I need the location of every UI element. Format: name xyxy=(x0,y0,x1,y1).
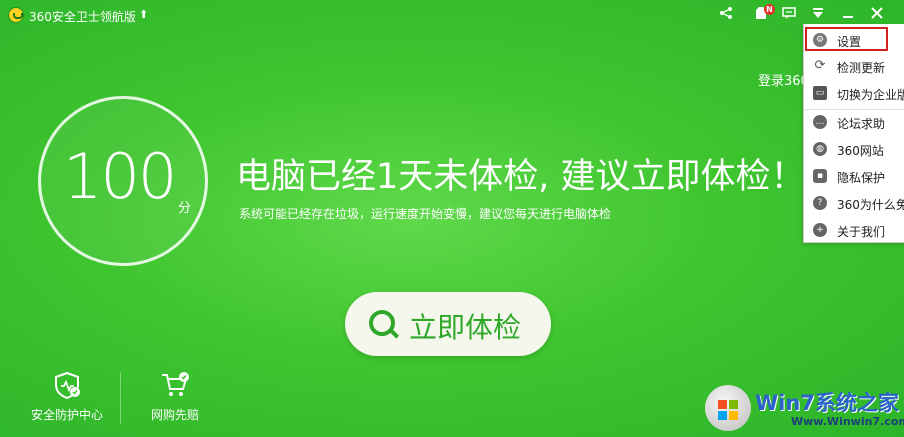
menu-item-label: 论坛求助 xyxy=(837,117,886,131)
menu-item-label: 隐私保护 xyxy=(837,171,886,185)
login-link[interactable]: 登录360 xyxy=(758,70,809,89)
feature-label: 安全防护中心 xyxy=(30,408,103,422)
feature-security-center[interactable]: 安全防护中心 xyxy=(17,370,117,423)
menu-item-label: 360为什么免 xyxy=(837,198,904,212)
check-now-label: 立即体检 xyxy=(409,311,522,344)
settings-highlight-box xyxy=(805,27,888,51)
minimize-icon[interactable] xyxy=(839,6,857,24)
subline: 系统可能已经存在垃圾，运行速度开始变慢，建议您每天进行电脑体检 xyxy=(239,207,612,221)
notification-badge: N xyxy=(764,4,775,15)
win7-watermark: Win7系统之家 Www.Winwin7.com xyxy=(705,381,904,437)
watermark-url: Www.Winwin7.com xyxy=(791,415,904,428)
menu-item-switch-enterprise[interactable]: ▭ 切换为企业版 xyxy=(804,80,904,107)
menu-item-about[interactable]: + 关于我们 xyxy=(804,217,904,242)
close-icon[interactable] xyxy=(868,6,886,24)
check-now-button[interactable]: 立即体检 xyxy=(345,292,551,356)
menu-item-label: 360网站 xyxy=(837,144,884,158)
title-bar: 360安全卫士领航版 ⬆ N xyxy=(0,0,904,30)
menu-item-label: 关于我们 xyxy=(837,225,886,239)
watermark-title: Win7系统之家 xyxy=(755,391,899,415)
search-icon xyxy=(369,310,395,336)
question-icon: ? xyxy=(813,196,827,210)
menu-item-label: 切换为企业版 xyxy=(837,88,904,102)
lock-icon: ▪ xyxy=(813,169,827,183)
chat-icon: … xyxy=(813,115,827,129)
feature-online-shopping[interactable]: 网购先赔 xyxy=(125,370,225,423)
windows-logo-icon xyxy=(705,385,751,431)
360-logo-icon xyxy=(8,7,24,23)
globe-icon: ◍ xyxy=(813,142,827,156)
feature-label: 网购先赔 xyxy=(150,408,199,422)
menu-item-website[interactable]: ◍ 360网站 xyxy=(804,136,904,163)
score-unit: 分 xyxy=(178,201,192,216)
app-window: 360安全卫士领航版 ⬆ N 100 分 电脑已经1天未体检, 建议立即体检！ … xyxy=(0,0,904,437)
menu-item-label: 检测更新 xyxy=(837,61,886,75)
message-icon[interactable] xyxy=(780,6,798,24)
shield-icon xyxy=(52,370,82,400)
share-icon[interactable] xyxy=(717,6,735,24)
main-dropdown-menu: ⚙ 设置 ⟳ 检测更新 ▭ 切换为企业版 … 论坛求助 ◍ 360网站 ▪ 隐私… xyxy=(803,24,904,243)
menu-item-check-update[interactable]: ⟳ 检测更新 xyxy=(804,53,904,80)
score-value: 100 xyxy=(63,140,177,213)
feature-divider xyxy=(120,372,121,424)
refresh-icon: ⟳ xyxy=(813,58,827,73)
menu-item-why-free[interactable]: ? 360为什么免 xyxy=(804,190,904,217)
app-title: 360安全卫士领航版 xyxy=(29,10,136,24)
menu-item-privacy[interactable]: ▪ 隐私保护 xyxy=(804,163,904,190)
menu-item-forum[interactable]: … 论坛求助 xyxy=(804,109,904,136)
shopping-cart-icon xyxy=(160,370,190,400)
headline: 电脑已经1天未体检, 建议立即体检！ xyxy=(236,157,806,197)
plus-circle-icon: + xyxy=(813,223,827,237)
up-arrow-icon[interactable]: ⬆ xyxy=(139,8,148,21)
menu-arrow-icon[interactable] xyxy=(809,6,827,24)
monitor-icon: ▭ xyxy=(813,86,827,100)
